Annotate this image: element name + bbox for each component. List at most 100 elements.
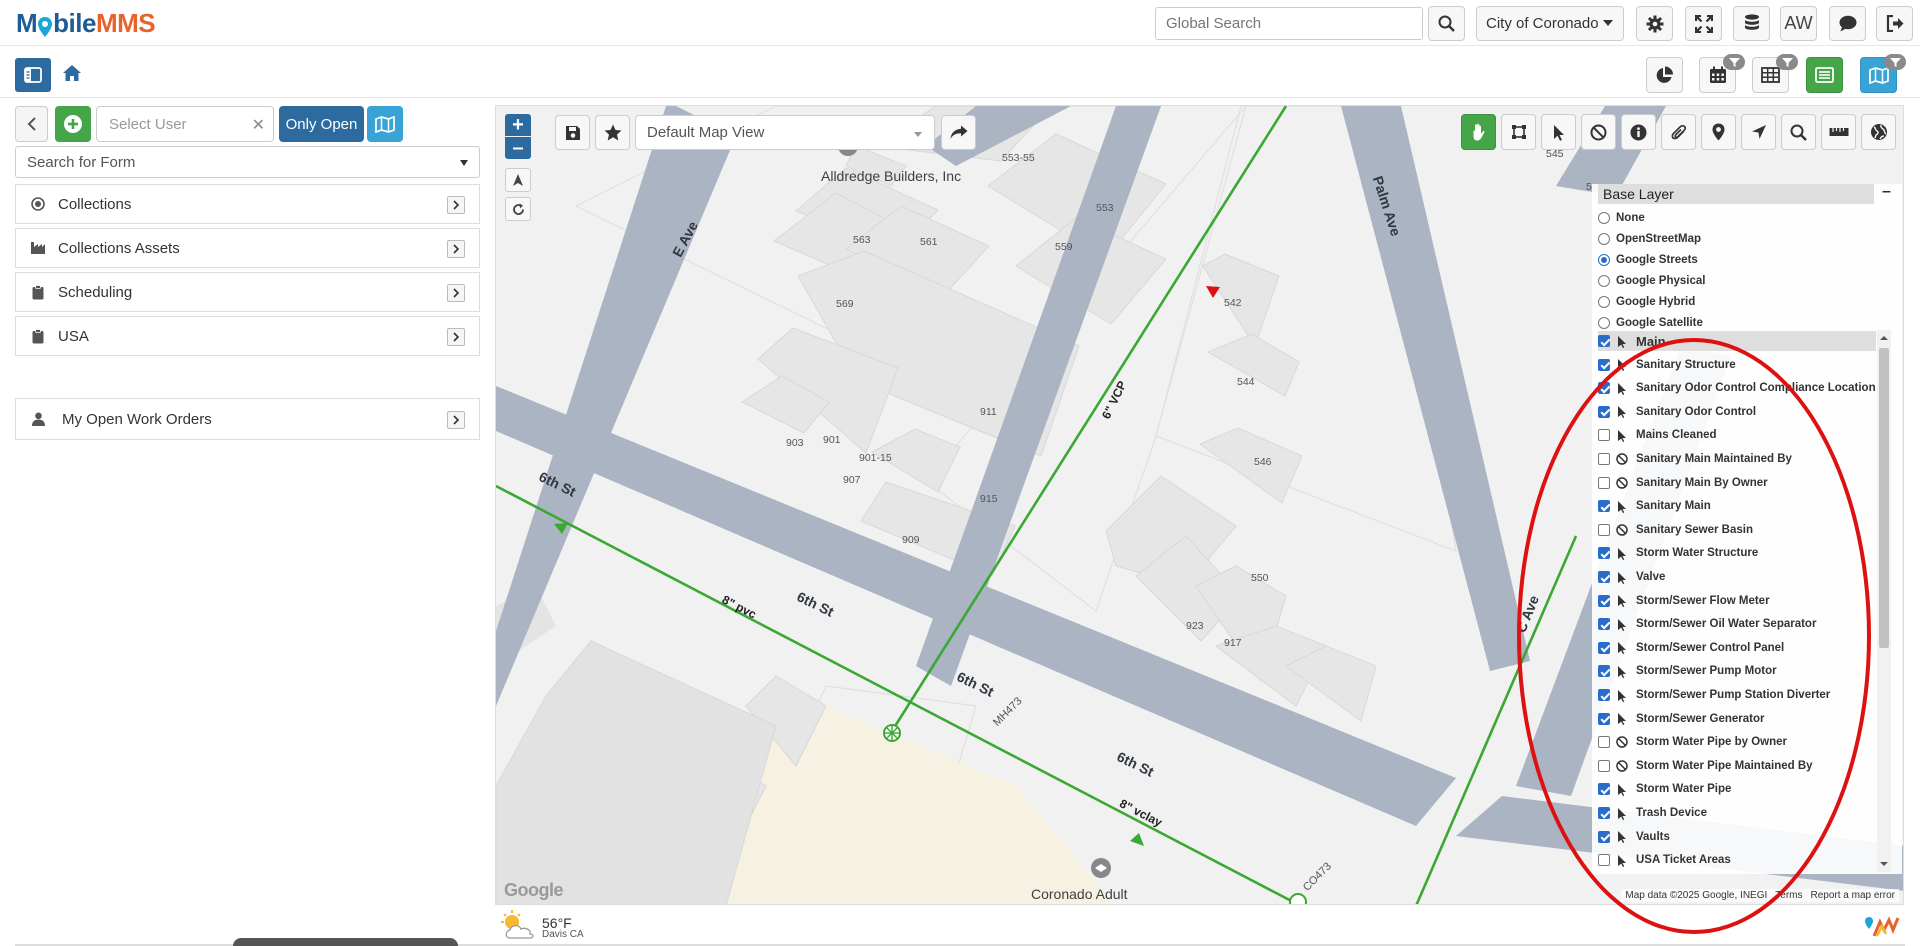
identify-tool[interactable] (1541, 114, 1576, 150)
pan-tool[interactable] (1461, 114, 1496, 150)
layer-checkbox[interactable] (1598, 523, 1610, 536)
save-view-button[interactable] (555, 115, 590, 150)
clear-selection-tool[interactable] (1581, 114, 1616, 150)
layer-row[interactable]: Sanitary Odor Control Compliance Locatio… (1598, 378, 1876, 398)
layer-checkbox[interactable] (1598, 807, 1610, 819)
layer-row[interactable]: Sanitary Odor Control (1598, 402, 1876, 422)
zoom-out-button[interactable]: – (505, 137, 531, 159)
collapse-layer-panel-button[interactable]: – (1882, 183, 1891, 201)
calendar-button[interactable] (1699, 54, 1745, 93)
layer-checkbox[interactable] (1598, 759, 1610, 772)
layer-row[interactable]: Sanitary Main By Owner (1598, 473, 1876, 493)
accordion-collections-assets[interactable]: Collections Assets (15, 228, 480, 268)
layer-row[interactable]: Storm/Sewer Pump Station Diverter (1598, 685, 1876, 705)
database-button[interactable] (1733, 6, 1770, 41)
map-view-select[interactable]: Default Map View (635, 115, 935, 150)
base-layer-google-hybrid[interactable]: Google Hybrid (1598, 293, 1695, 311)
chevron-right-icon[interactable] (447, 411, 465, 429)
layer-row[interactable]: Storm/Sewer Oil Water Separator (1598, 614, 1876, 634)
app-logo[interactable]: M bile MMS (16, 6, 156, 40)
accordion-usa[interactable]: USA (15, 316, 480, 356)
user-select[interactable]: Select User ✕ (96, 106, 274, 142)
layer-checkbox[interactable] (1598, 500, 1610, 513)
city-select[interactable]: City of Coronado (1476, 6, 1624, 41)
my-open-work-orders[interactable]: My Open Work Orders (15, 398, 480, 440)
search-button[interactable] (1428, 6, 1465, 41)
layer-row[interactable]: Valve (1598, 567, 1876, 587)
favorite-view-button[interactable] (595, 115, 630, 150)
radio-button[interactable] (1598, 275, 1610, 287)
layer-checkbox[interactable] (1598, 358, 1610, 371)
layer-checkbox[interactable] (1598, 476, 1610, 489)
base-layer-none[interactable]: None (1598, 209, 1645, 227)
map-toggle-button[interactable] (367, 106, 403, 142)
back-button[interactable] (15, 106, 48, 142)
bottom-drawer-handle[interactable] (233, 938, 458, 946)
radio-button[interactable] (1598, 233, 1610, 245)
sidebar-toggle-button[interactable] (15, 58, 51, 92)
map-view-button[interactable] (1860, 54, 1906, 93)
refresh-button[interactable] (505, 197, 531, 221)
marker-tool[interactable] (1701, 114, 1736, 150)
layer-checkbox[interactable] (1598, 453, 1610, 465)
layers-tool[interactable] (1861, 114, 1896, 150)
layer-row[interactable]: Storm Water Pipe Maintained By (1598, 756, 1876, 776)
list-view-button[interactable] (1806, 57, 1843, 93)
zoom-in-button[interactable]: + (505, 114, 531, 136)
global-search-input[interactable] (1155, 7, 1423, 40)
layer-checkbox[interactable] (1598, 382, 1610, 395)
form-search-select[interactable]: Search for Form (15, 146, 480, 178)
layer-checkbox[interactable] (1598, 335, 1610, 347)
layer-row[interactable]: Storm/Sewer Pump Motor (1598, 661, 1876, 681)
layer-row[interactable]: Main (1598, 331, 1876, 351)
map-search-tool[interactable] (1781, 114, 1816, 150)
layer-checkbox[interactable] (1598, 712, 1610, 725)
layer-row[interactable]: Storm/Sewer Generator (1598, 709, 1876, 729)
layer-checkbox[interactable] (1598, 641, 1610, 654)
poi-label[interactable]: Coronado Adult (1031, 886, 1128, 902)
layer-row[interactable]: Sanitary Sewer Basin (1598, 520, 1876, 540)
attach-tool[interactable] (1661, 114, 1696, 150)
accordion-scheduling[interactable]: Scheduling (15, 272, 480, 312)
layer-checkbox[interactable] (1598, 689, 1610, 701)
poi-label[interactable]: Alldredge Builders, Inc (821, 168, 961, 184)
layer-checkbox[interactable] (1598, 854, 1610, 867)
logout-button[interactable] (1876, 6, 1913, 41)
layer-row[interactable]: Storm Water Pipe by Owner (1598, 732, 1876, 752)
base-layer-google-streets[interactable]: Google Streets (1598, 251, 1698, 269)
radio-button[interactable] (1598, 296, 1610, 308)
radio-button[interactable] (1598, 254, 1610, 266)
chevron-right-icon[interactable] (447, 328, 465, 346)
layer-checkbox[interactable] (1598, 429, 1610, 442)
layer-row[interactable]: Vaults (1598, 827, 1876, 847)
layer-checkbox[interactable] (1598, 547, 1610, 560)
map-canvas[interactable]: E Ave Palm Ave 6th St 6th St 6th St 6th … (495, 105, 1904, 905)
layer-row[interactable]: Storm/Sewer Flow Meter (1598, 591, 1876, 611)
accordion-collections[interactable]: Collections (15, 184, 480, 224)
layer-checkbox[interactable] (1598, 830, 1610, 843)
user-menu-button[interactable]: AW (1780, 6, 1817, 41)
layer-scrollbar-thumb[interactable] (1879, 348, 1889, 648)
radio-button[interactable] (1598, 317, 1610, 329)
share-view-button[interactable] (941, 115, 976, 150)
layer-checkbox[interactable] (1598, 571, 1610, 583)
chevron-right-icon[interactable] (447, 196, 465, 214)
layer-row[interactable]: Trash Device (1598, 803, 1876, 823)
select-box-tool[interactable] (1501, 114, 1536, 150)
layer-row[interactable]: Mains Cleaned (1598, 425, 1876, 445)
dashboard-button[interactable] (1646, 57, 1683, 93)
layer-row[interactable]: Sanitary Structure (1598, 355, 1876, 375)
info-tool[interactable] (1621, 114, 1656, 150)
messages-button[interactable] (1829, 6, 1866, 41)
filter-badge[interactable] (1723, 54, 1745, 70)
layer-checkbox[interactable] (1598, 736, 1610, 749)
layer-row[interactable]: Storm/Sewer Control Panel (1598, 638, 1876, 658)
radio-button[interactable] (1598, 212, 1610, 224)
north-button[interactable] (505, 168, 531, 192)
layer-checkbox[interactable] (1598, 594, 1610, 607)
layer-row[interactable]: Storm Water Pipe (1598, 779, 1876, 799)
layer-scrollbar[interactable] (1877, 330, 1891, 872)
home-button[interactable] (62, 64, 84, 86)
fullscreen-button[interactable] (1685, 6, 1722, 41)
layer-checkbox[interactable] (1598, 618, 1610, 631)
